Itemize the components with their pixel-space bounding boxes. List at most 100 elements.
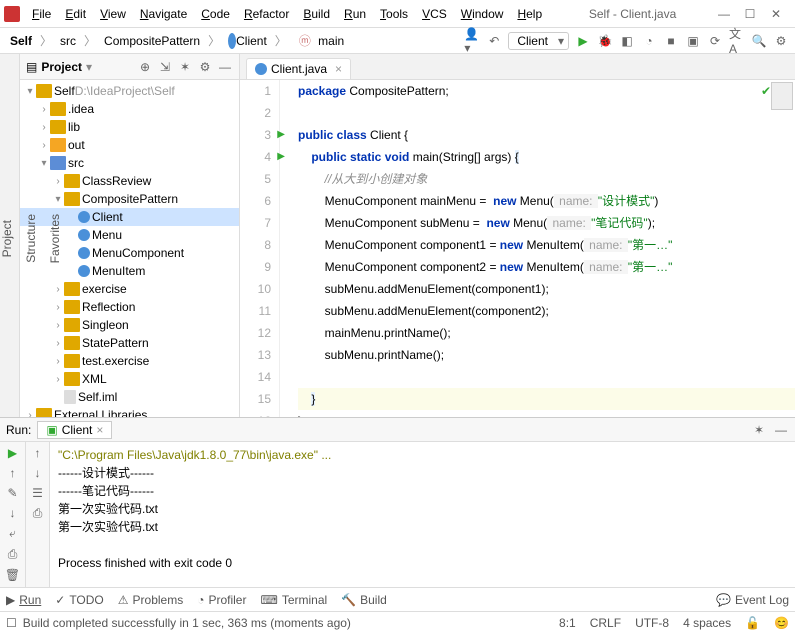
- expand-icon[interactable]: ⇲: [157, 59, 173, 75]
- tree-node-exercise[interactable]: ›exercise: [20, 280, 239, 298]
- event-log-tab[interactable]: 💬 Event Log: [716, 593, 789, 607]
- editor-tab-client[interactable]: Client.java ×: [246, 58, 351, 79]
- breadcrumb: Self〉src〉CompositePattern〉Client〉ⓜ main: [6, 31, 348, 50]
- run-hide-icon[interactable]: —: [773, 422, 789, 438]
- menu-run[interactable]: Run: [338, 5, 372, 23]
- maximize-button[interactable]: ☐: [743, 7, 757, 21]
- run-config-dropdown[interactable]: Client: [508, 32, 569, 50]
- tree-node-self[interactable]: ▾Self D:\IdeaProject\Self: [20, 82, 239, 100]
- rerun-icon[interactable]: ▶: [8, 446, 17, 460]
- side-tab-project[interactable]: Project: [0, 216, 14, 261]
- crumb-compositepattern[interactable]: CompositePattern: [100, 33, 204, 49]
- settings-icon[interactable]: ⚙: [773, 33, 789, 49]
- hide-icon[interactable]: —: [217, 59, 233, 75]
- bottom-tab-todo[interactable]: ✓TODO: [55, 593, 104, 607]
- tree-node-src[interactable]: ▾src: [20, 154, 239, 172]
- close-button[interactable]: ✕: [769, 7, 783, 21]
- project-dropdown-icon[interactable]: ▤: [26, 60, 37, 74]
- tree-node-classreview[interactable]: ›ClassReview: [20, 172, 239, 190]
- search-icon[interactable]: 🔍: [751, 33, 767, 49]
- tree-node-self-iml[interactable]: Self.iml: [20, 388, 239, 406]
- tree-node-external-libraries[interactable]: ›External Libraries: [20, 406, 239, 417]
- menu-vcs[interactable]: VCS: [416, 5, 453, 23]
- dump-icon[interactable]: ↓: [10, 506, 16, 520]
- run-panel-title: Run:: [6, 423, 31, 437]
- crumb-self[interactable]: Self: [6, 33, 36, 49]
- status-eol[interactable]: CRLF: [590, 616, 621, 630]
- close-tab-icon[interactable]: ×: [335, 62, 342, 76]
- status-readonly-icon[interactable]: 🔓: [745, 616, 760, 630]
- event-log-icon: 💬: [716, 593, 731, 607]
- user-icon[interactable]: 👤▾: [464, 33, 480, 49]
- tree-node-lib[interactable]: ›lib: [20, 118, 239, 136]
- up-icon[interactable]: ↑: [35, 446, 41, 460]
- tree-node-out[interactable]: ›out: [20, 136, 239, 154]
- down-icon[interactable]: ↓: [35, 466, 41, 480]
- crumb-src[interactable]: src: [56, 33, 80, 49]
- stop-button[interactable]: ▣: [685, 33, 701, 49]
- bottom-tab-run[interactable]: ▶Run: [6, 593, 41, 607]
- class-icon: [255, 63, 267, 75]
- crumb-client[interactable]: Client: [224, 33, 271, 49]
- tree-node--idea[interactable]: ›.idea: [20, 100, 239, 118]
- update-button[interactable]: ⟳: [707, 33, 723, 49]
- filter-icon[interactable]: ☰: [32, 486, 43, 500]
- status-inspect-icon[interactable]: 😊: [774, 616, 789, 630]
- bottom-tab-problems[interactable]: ⚠Problems: [118, 593, 183, 607]
- minimap[interactable]: [771, 82, 793, 110]
- minimize-button[interactable]: —: [717, 7, 731, 21]
- app-logo-icon: [4, 6, 20, 22]
- status-icon[interactable]: ☐: [6, 616, 17, 630]
- status-position[interactable]: 8:1: [559, 616, 576, 630]
- editor[interactable]: 12345678910111213141516 package Composit…: [240, 80, 795, 417]
- tree-node-xml[interactable]: ›XML: [20, 370, 239, 388]
- stop-icon[interactable]: ↑: [10, 466, 16, 480]
- run-tab-client[interactable]: ▣ Client ×: [37, 421, 112, 439]
- status-indent[interactable]: 4 spaces: [683, 616, 731, 630]
- crumb-main[interactable]: ⓜ main: [291, 31, 348, 50]
- profile-button[interactable]: ◔: [641, 33, 657, 49]
- menubar: FileEditViewNavigateCodeRefactorBuildRun…: [26, 5, 548, 23]
- side-tab-favorites[interactable]: Favorites: [48, 210, 62, 267]
- run-button[interactable]: ▶: [575, 33, 591, 49]
- menu-code[interactable]: Code: [195, 5, 236, 23]
- scroll-icon[interactable]: ⎙: [8, 547, 18, 562]
- run-output[interactable]: "C:\Program Files\Java\jdk1.8.0_77\bin\j…: [50, 442, 795, 587]
- menu-refactor[interactable]: Refactor: [238, 5, 295, 23]
- debug-button[interactable]: 🐞: [597, 33, 613, 49]
- side-tab-structure[interactable]: Structure: [24, 210, 38, 267]
- select-opened-icon[interactable]: ⊕: [137, 59, 153, 75]
- run-panel: Run: ▣ Client × ✶ — ▶ ↑ ✎ ↓ ⤶ ⎙ 🗑 ↑ ↓ ☰ …: [0, 417, 795, 587]
- menu-help[interactable]: Help: [511, 5, 548, 23]
- editor-tab-label: Client.java: [271, 62, 327, 76]
- coverage-button[interactable]: ◧: [619, 33, 635, 49]
- tree-node-test-exercise[interactable]: ›test.exercise: [20, 352, 239, 370]
- edit-icon[interactable]: ✎: [7, 486, 17, 500]
- trash-icon[interactable]: 🗑: [5, 568, 20, 582]
- collapse-icon[interactable]: ✶: [177, 59, 193, 75]
- run-toolbar-2: ↑ ↓ ☰ ⎙: [26, 442, 50, 587]
- menu-build[interactable]: Build: [297, 5, 336, 23]
- tree-node-singleon[interactable]: ›Singleon: [20, 316, 239, 334]
- menu-file[interactable]: File: [26, 5, 57, 23]
- run-settings-icon[interactable]: ✶: [751, 422, 767, 438]
- bottom-tab-build[interactable]: 🔨Build: [341, 593, 387, 607]
- print-icon[interactable]: ⎙: [33, 506, 43, 521]
- menu-window[interactable]: Window: [455, 5, 510, 23]
- lang-icon[interactable]: 文A: [729, 33, 745, 49]
- gear-icon[interactable]: ⚙: [197, 59, 213, 75]
- tree-node-statepattern[interactable]: ›StatePattern: [20, 334, 239, 352]
- tree-node-compositepattern[interactable]: ▾CompositePattern: [20, 190, 239, 208]
- tree-node-reflection[interactable]: ›Reflection: [20, 298, 239, 316]
- menu-navigate[interactable]: Navigate: [134, 5, 193, 23]
- menu-view[interactable]: View: [94, 5, 132, 23]
- statusbar: ☐ Build completed successfully in 1 sec,…: [0, 611, 795, 633]
- back-icon[interactable]: ↶: [486, 33, 502, 49]
- menu-edit[interactable]: Edit: [59, 5, 92, 23]
- attach-button[interactable]: ■: [663, 33, 679, 49]
- soft-wrap-icon[interactable]: ⤶: [9, 526, 16, 541]
- status-encoding[interactable]: UTF-8: [635, 616, 669, 630]
- bottom-tab-profiler[interactable]: ◔Profiler: [197, 593, 246, 607]
- bottom-tab-terminal[interactable]: ⌨Terminal: [260, 593, 327, 607]
- menu-tools[interactable]: Tools: [374, 5, 414, 23]
